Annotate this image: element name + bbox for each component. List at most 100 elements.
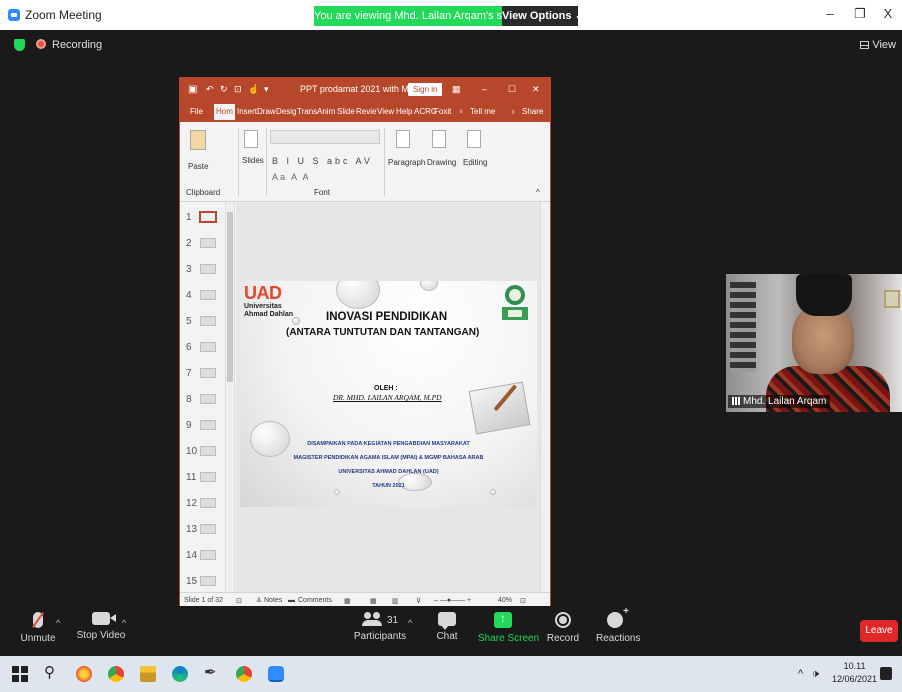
slide-thumbnail: 7 [186, 368, 216, 379]
slide-thumbnail: 11 [186, 472, 216, 483]
notes-icon: ≙ [256, 598, 262, 605]
restore-button[interactable]: ❐ [850, 6, 870, 22]
thumbnail-image [200, 368, 216, 378]
participants-button[interactable]: 31 Participants [352, 612, 408, 642]
menu-home: Hom [214, 104, 235, 120]
share-screen-button[interactable]: Share Screen [478, 611, 539, 644]
stop-video-button[interactable]: Stop Video [76, 612, 126, 641]
ribbon-separator [384, 128, 385, 196]
participants-label: Participants [353, 631, 407, 642]
windows-taskbar: ⚲ ✒ ^ 🕩 10.11 12/06/2021 [0, 656, 902, 692]
menu-tell-me: Tell me [470, 107, 496, 116]
record-button[interactable]: Record [546, 612, 580, 644]
water-drop [490, 489, 496, 495]
leave-button[interactable]: Leave [860, 620, 898, 642]
chrome-icon[interactable] [108, 666, 124, 682]
participant-video[interactable]: Mhd. Lailan Arqam [726, 274, 902, 412]
menu-share: Share [522, 107, 544, 116]
slide-info-line: UNIVERSITAS AHMAD DAHLAN (UAD) [338, 469, 439, 475]
slide-thumbnail: 13 [186, 524, 216, 535]
video-bookshelf [730, 282, 756, 372]
water-drop [420, 281, 438, 291]
zoom-slider: – —●—— + [434, 597, 472, 604]
water-drop [336, 281, 380, 309]
recording-label[interactable]: Recording [52, 39, 102, 51]
file-explorer-icon[interactable] [140, 666, 156, 682]
shield-icon[interactable] [14, 39, 25, 51]
chrome-icon-2[interactable] [236, 666, 252, 682]
slide-thumbnail: 1 [186, 211, 217, 223]
video-wall-frame [884, 290, 900, 308]
record-icon [555, 612, 571, 628]
slide-thumbnail: 9 [186, 420, 216, 431]
muted-mic-icon [33, 612, 43, 628]
thumbnail-image [200, 342, 216, 352]
chat-button[interactable]: Chat [432, 612, 462, 642]
slide-author: DR. MHD. LAILAN ARQAM, M.PD [333, 393, 442, 402]
video-options-caret-icon[interactable]: ^ [122, 618, 126, 628]
search-icon[interactable]: ⚲ [44, 663, 60, 681]
recording-icon [36, 39, 46, 49]
windows-start-icon[interactable] [12, 666, 28, 682]
paragraph-icon [396, 130, 410, 148]
ppt-restore-icon: ☐ [508, 84, 517, 94]
menu-transitions: Trans [297, 107, 318, 116]
editor-scrollbar [540, 202, 550, 594]
taskbar-clock[interactable]: 10.11 12/06/2021 [832, 660, 877, 686]
notifications-icon[interactable] [880, 667, 892, 680]
signal-bars-icon [732, 397, 740, 405]
thumbnail-image [200, 446, 216, 456]
edge-icon[interactable] [172, 666, 188, 682]
clipboard-group-label: Clipboard [186, 188, 221, 197]
view-button[interactable]: View [860, 39, 896, 51]
emoji-plus-icon [607, 606, 629, 628]
zoom-taskbar-icon[interactable] [268, 666, 284, 682]
paragraph-label: Paragraph [388, 158, 426, 167]
reactions-button[interactable]: Reactions [596, 606, 640, 644]
minimize-button[interactable]: – [820, 6, 840, 21]
menu-review: Revie [356, 107, 377, 116]
unmute-button[interactable]: Unmute [18, 612, 58, 644]
new-slide-icon [244, 130, 258, 148]
thumbnail-image [200, 550, 216, 560]
ppt-ribbon: Paste Clipboard Slides B I U S abc AV Aa… [180, 122, 550, 202]
shared-screen-powerpoint: ▣ ↶ ↻ ⊡ ☝ ▾ PPT prodamat 2021 with Mr...… [179, 77, 551, 609]
sorter-view-icon: ▦ [370, 598, 377, 605]
font-group-label: Font [314, 188, 331, 197]
redo-icon: ↻ [220, 84, 228, 94]
audio-options-caret-icon[interactable]: ^ [56, 618, 60, 628]
video-camera-icon [92, 612, 116, 625]
ppt-document-title: PPT prodamat 2021 with Mr... [300, 84, 419, 94]
chat-icon [438, 612, 456, 630]
record-label: Record [546, 633, 580, 644]
fit-slide-icon: ⊡ [520, 598, 526, 605]
share-person-icon: ♁ [510, 107, 516, 116]
editing-icon [467, 130, 481, 148]
slide-thumbnail: 2 [186, 238, 216, 249]
reactions-label: Reactions [596, 633, 641, 644]
participant-name: Mhd. Lailan Arqam [743, 396, 827, 407]
reading-view-icon: ▥ [392, 598, 399, 605]
slide-title: INOVASI PENDIDIKAN [326, 311, 448, 323]
participant-name-tag: Mhd. Lailan Arqam [728, 395, 831, 408]
pen-app-icon[interactable]: ✒ [204, 663, 220, 681]
thumbnail-image [200, 290, 216, 300]
ribbon-separator [266, 128, 267, 196]
paste-icon [190, 130, 206, 150]
participants-caret-icon[interactable]: ^ [408, 618, 412, 628]
video-person-cap [796, 274, 852, 316]
thumbnail-image [200, 576, 216, 586]
slide-thumbnail: 14 [186, 550, 216, 561]
volume-icon[interactable]: 🕩 [812, 668, 819, 681]
font-format-row-2: Aa A A [272, 172, 311, 182]
ppt-menu-bar: File Hom Insert Draw Desig Trans Anim Sl… [180, 102, 550, 122]
title-bar: Zoom Meeting You are viewing Mhd. Lailan… [0, 0, 902, 30]
muhammadiyah-logo-icon [502, 285, 528, 320]
share-screen-label: Share Screen [478, 633, 540, 644]
tray-expand-icon[interactable]: ^ [798, 668, 803, 680]
view-options-button[interactable]: View Options ⌄ [502, 6, 584, 26]
chat-label: Chat [436, 631, 458, 642]
close-button[interactable]: X [878, 6, 898, 21]
thumbnail-image [200, 472, 216, 482]
firefox-icon[interactable] [76, 666, 92, 682]
